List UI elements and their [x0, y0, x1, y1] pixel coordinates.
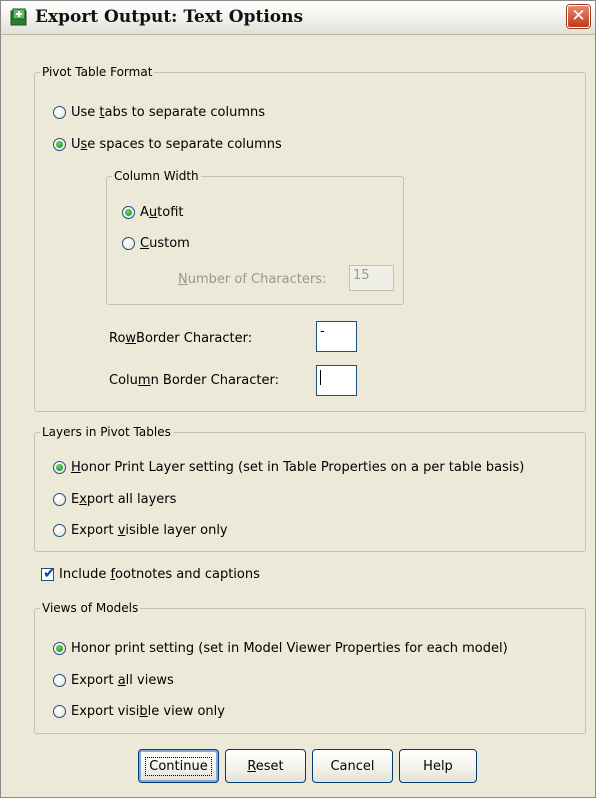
export-all-views-label: Export all views — [71, 673, 174, 688]
export-all-views-option[interactable]: Export all views — [53, 673, 174, 688]
cancel-button[interactable]: Cancel — [312, 749, 393, 783]
honor-print-layer-label: Honor Print Layer setting (set in Table … — [71, 460, 525, 475]
reset-button-label: Reset — [247, 758, 284, 774]
honor-print-layer-radio[interactable] — [53, 461, 66, 474]
use-spaces-option[interactable]: Use spaces to separate columns — [53, 137, 282, 152]
layers-in-pivot-tables-legend: Layers in Pivot Tables — [42, 425, 171, 439]
number-of-characters-input[interactable]: 15 — [349, 265, 394, 291]
export-visible-layer-label: Export visible layer only — [71, 523, 228, 538]
custom-label: Custom — [140, 236, 190, 251]
text-caret — [320, 370, 321, 385]
pivot-table-format-legend: Pivot Table Format — [42, 65, 153, 79]
column-width-legend: Column Width — [114, 169, 199, 183]
custom-option[interactable]: Custom — [122, 236, 190, 251]
column-border-character-input[interactable] — [316, 365, 357, 396]
use-tabs-label: Use tabs to separate columns — [71, 105, 265, 120]
export-output-icon — [10, 8, 27, 26]
title-bar[interactable]: Export Output: Text Options ✕ — [1, 1, 595, 35]
export-all-layers-radio[interactable] — [53, 493, 66, 506]
export-all-views-radio[interactable] — [53, 674, 66, 687]
export-visible-layer-option[interactable]: Export visible layer only — [53, 523, 228, 538]
honor-print-setting-radio[interactable] — [53, 642, 66, 655]
export-visible-view-radio[interactable] — [53, 705, 66, 718]
export-all-layers-label: Export all layers — [71, 492, 177, 507]
export-visible-view-label: Export visible view only — [71, 704, 225, 719]
help-button[interactable]: Help — [399, 749, 477, 783]
autofit-label: Autofit — [140, 205, 184, 220]
autofit-option[interactable]: Autofit — [122, 205, 184, 220]
use-tabs-radio[interactable] — [53, 106, 66, 119]
export-visible-layer-radio[interactable] — [53, 524, 66, 537]
window-title: Export Output: Text Options — [35, 7, 304, 27]
reset-button[interactable]: Reset — [225, 749, 306, 783]
autofit-radio[interactable] — [122, 206, 135, 219]
include-footnotes-option[interactable]: ✔ Include footnotes and captions — [41, 564, 260, 582]
continue-button[interactable]: Continue — [138, 749, 219, 783]
include-footnotes-label: Include footnotes and captions — [59, 567, 260, 582]
row-border-character-input[interactable]: - — [316, 321, 357, 352]
use-spaces-label: Use spaces to separate columns — [71, 137, 282, 152]
custom-radio[interactable] — [122, 237, 135, 250]
export-text-options-dialog: Export Output: Text Options ✕ Pivot Tabl… — [0, 0, 596, 798]
column-border-character-label: Colu m n Border Character: — [109, 373, 279, 388]
use-spaces-radio[interactable] — [53, 138, 66, 151]
row-border-character-label: Ro w Border Character: — [109, 331, 253, 346]
export-visible-view-option[interactable]: Export visible view only — [53, 704, 225, 719]
honor-print-setting-label: Honor print setting (set in Model Viewer… — [71, 641, 508, 656]
honor-print-setting-option[interactable]: Honor print setting (set in Model Viewer… — [53, 641, 508, 656]
cancel-button-label: Cancel — [330, 758, 375, 774]
views-of-models-legend: Views of Models — [42, 601, 139, 615]
honor-print-layer-option[interactable]: Honor Print Layer setting (set in Table … — [53, 460, 524, 475]
use-tabs-option[interactable]: Use tabs to separate columns — [53, 105, 265, 120]
export-all-layers-option[interactable]: Export all layers — [53, 492, 176, 507]
checkmark-icon: ✔ — [43, 564, 56, 582]
close-icon[interactable]: ✕ — [567, 5, 590, 28]
number-of-characters-label: Number of Characters: — [178, 272, 327, 287]
continue-button-label: Continue — [145, 756, 212, 776]
help-button-label: Help — [423, 758, 453, 774]
include-footnotes-checkbox[interactable]: ✔ — [41, 564, 56, 582]
